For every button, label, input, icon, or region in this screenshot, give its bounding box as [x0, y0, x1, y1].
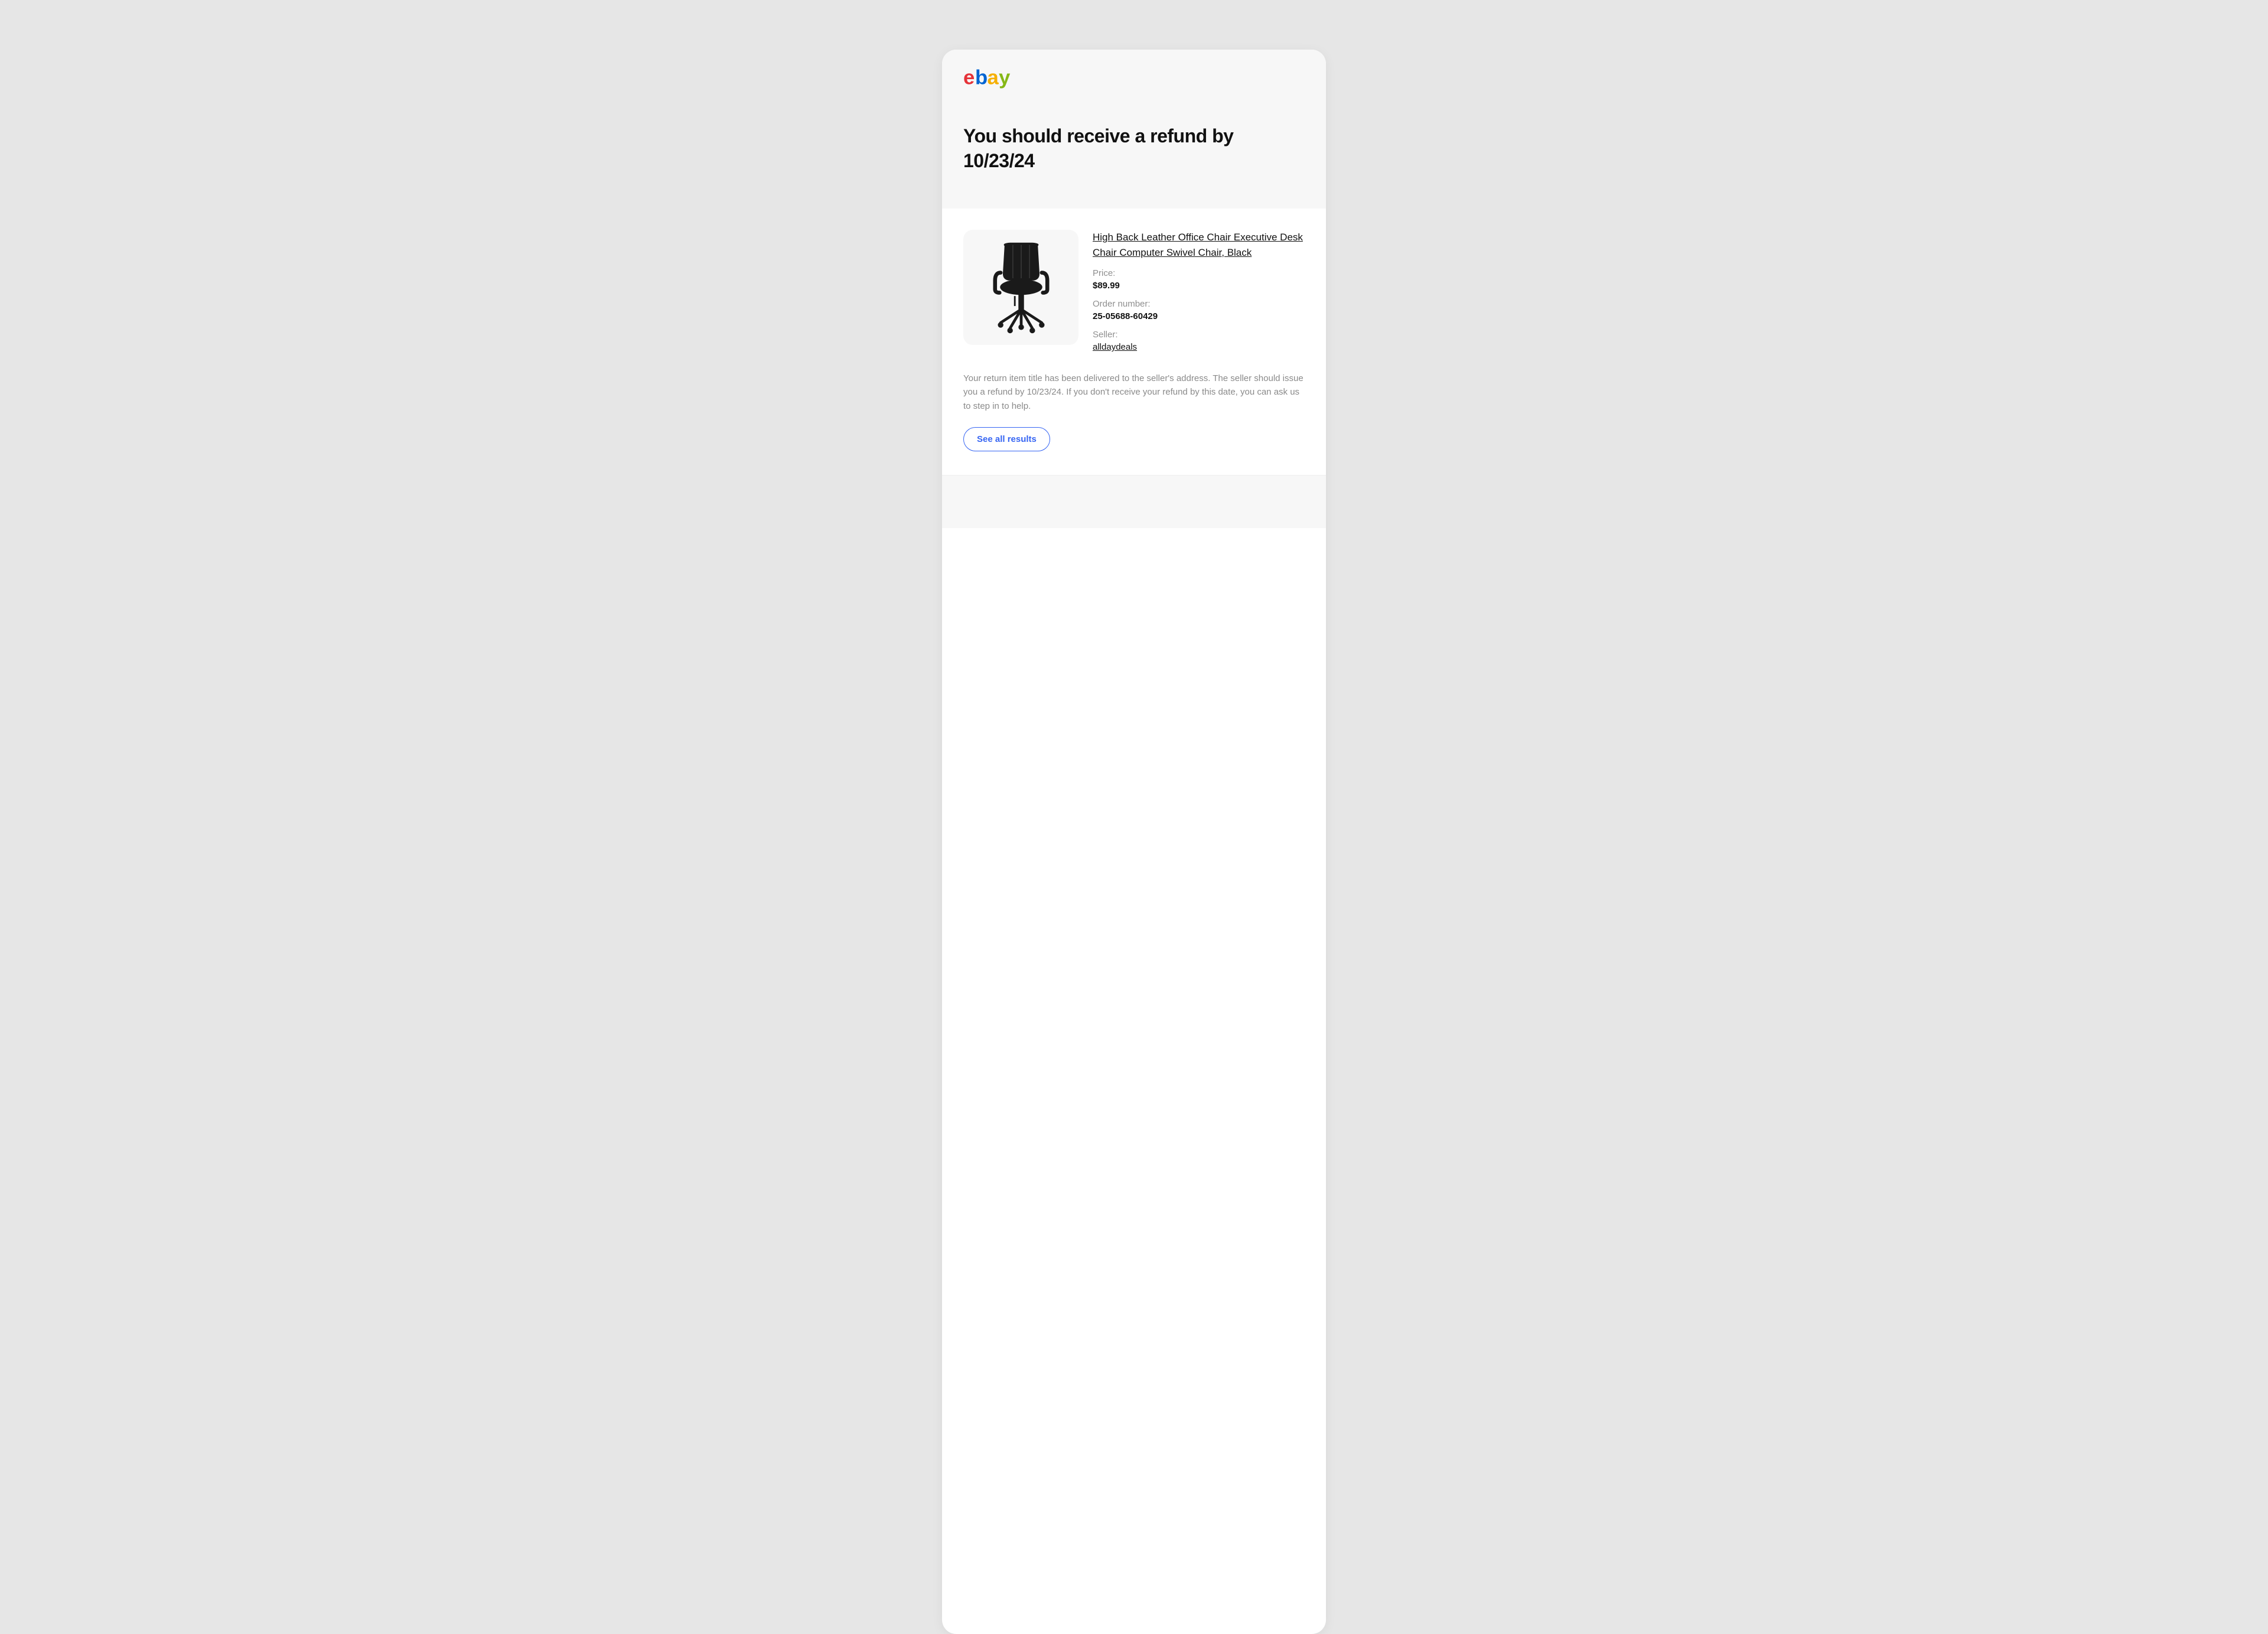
email-card: e b a y You should receive a refund by 1… [942, 50, 1326, 1634]
seller-label: Seller: [1093, 330, 1305, 340]
svg-text:y: y [999, 67, 1011, 89]
product-block: High Back Leather Office Chair Executive… [963, 230, 1305, 353]
price-field: Price: $89.99 [1093, 268, 1305, 291]
svg-text:a: a [987, 67, 999, 89]
order-number-field: Order number: 25-05688-60429 [1093, 299, 1305, 321]
seller-field: Seller: alldaydeals [1093, 330, 1305, 353]
status-message: Your return item title has been delivere… [963, 372, 1305, 413]
page-title: You should receive a refund by 10/23/24 [963, 124, 1305, 173]
card-header: e b a y You should receive a refund by 1… [942, 50, 1326, 209]
office-chair-icon [983, 240, 1060, 335]
order-number-label: Order number: [1093, 299, 1305, 309]
see-all-results-button[interactable]: See all results [963, 427, 1050, 451]
card-body: High Back Leather Office Chair Executive… [942, 209, 1326, 475]
product-details: High Back Leather Office Chair Executive… [1093, 230, 1305, 353]
svg-text:e: e [963, 67, 975, 89]
order-number-value: 25-05688-60429 [1093, 311, 1305, 321]
card-footer [942, 475, 1326, 528]
price-label: Price: [1093, 268, 1305, 278]
ebay-logo: e b a y [963, 67, 1305, 89]
seller-link[interactable]: alldaydeals [1093, 342, 1137, 352]
price-value: $89.99 [1093, 281, 1305, 291]
product-thumbnail [963, 230, 1078, 345]
svg-text:b: b [975, 67, 988, 89]
product-title-link[interactable]: High Back Leather Office Chair Executive… [1093, 232, 1303, 258]
